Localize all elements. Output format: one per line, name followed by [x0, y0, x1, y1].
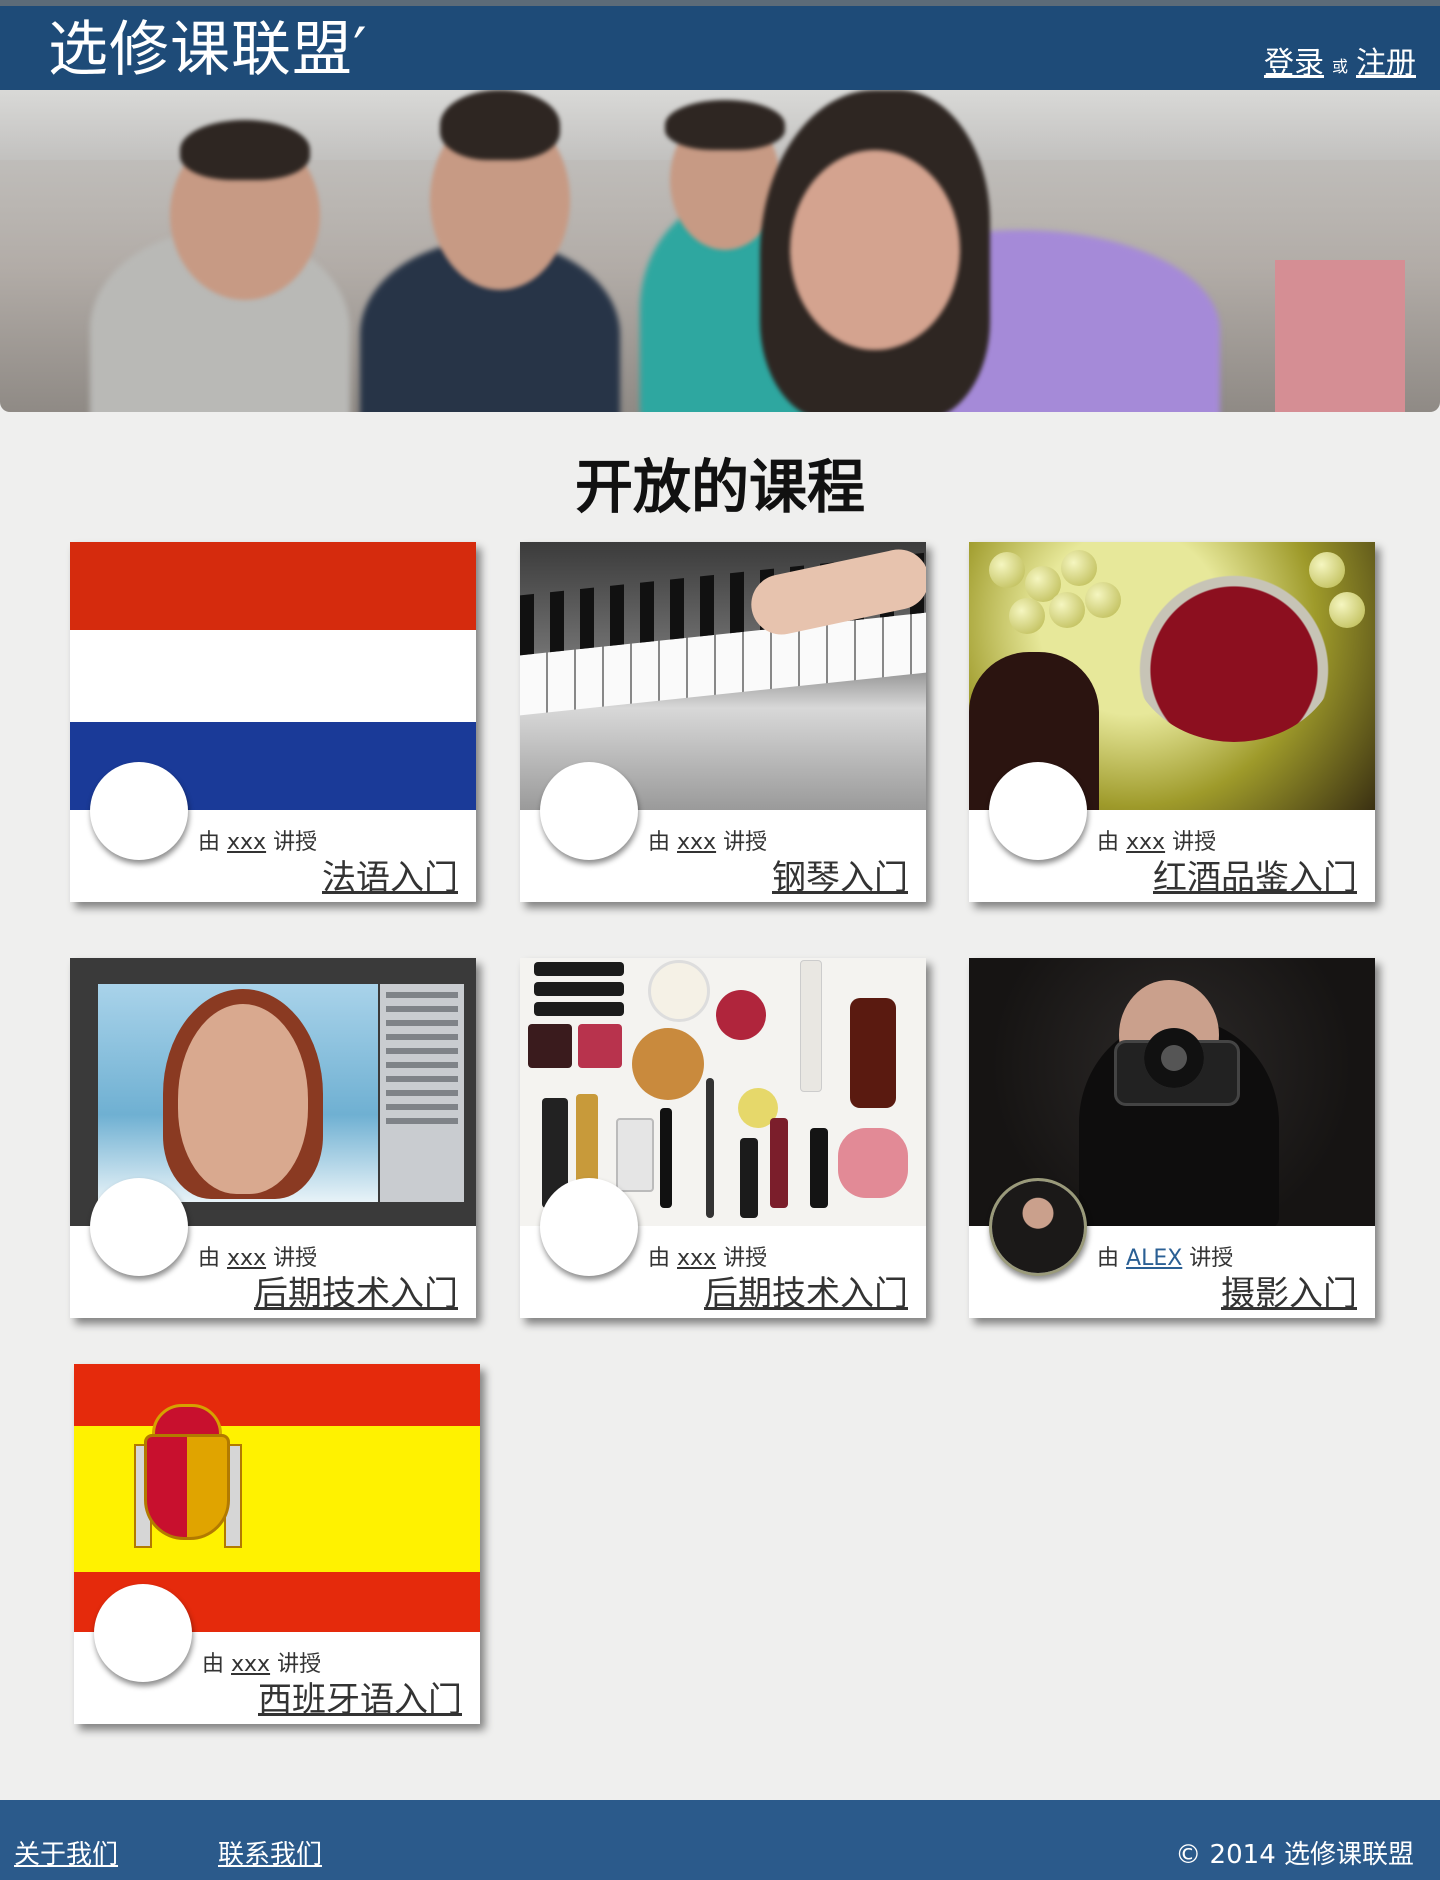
- course-title-link[interactable]: 摄影入门: [1221, 1266, 1357, 1315]
- copyright: © 2014 选修课联盟: [1175, 1840, 1414, 1870]
- course-title-link[interactable]: 钢琴入门: [772, 850, 908, 899]
- teacher-avatar[interactable]: [989, 1178, 1087, 1276]
- teacher-link[interactable]: xxx: [677, 830, 716, 855]
- register-link[interactable]: 注册: [1356, 46, 1416, 81]
- teacher-avatar[interactable]: [90, 762, 188, 860]
- teacher-link[interactable]: xxx: [227, 830, 266, 855]
- footer: 关于我们 联系我们 © 2014 选修课联盟: [0, 1800, 1440, 1880]
- course-card[interactable]: 由 xxx 讲授 法语入门: [70, 542, 476, 902]
- hero-banner: [0, 90, 1440, 412]
- course-title-link[interactable]: 红酒品鉴入门: [1153, 850, 1357, 899]
- section-title: 开放的课程: [574, 453, 865, 521]
- teacher-byline: 由 xxx 讲授: [198, 830, 318, 855]
- course-card[interactable]: 由 xxx 讲授 后期技术入门: [520, 958, 926, 1318]
- course-card[interactable]: 由 xxx 讲授 后期技术入门: [70, 958, 476, 1318]
- teacher-avatar[interactable]: [540, 762, 638, 860]
- teacher-byline: 由 xxx 讲授: [648, 830, 768, 855]
- course-card[interactable]: 由 ALEX 讲授 摄影入门: [969, 958, 1375, 1318]
- course-card[interactable]: 由 xxx 讲授 红酒品鉴入门: [969, 542, 1375, 902]
- course-title-link[interactable]: 西班牙语入门: [258, 1672, 462, 1721]
- login-link[interactable]: 登录: [1264, 46, 1324, 81]
- teacher-avatar[interactable]: [989, 762, 1087, 860]
- teacher-avatar[interactable]: [94, 1584, 192, 1682]
- course-card[interactable]: 由 xxx 讲授 钢琴入门: [520, 542, 926, 902]
- contact-link[interactable]: 联系我们: [218, 1834, 322, 1871]
- teacher-avatar[interactable]: [540, 1178, 638, 1276]
- course-title-link[interactable]: 后期技术入门: [704, 1266, 908, 1315]
- or-label: 或: [1331, 56, 1348, 76]
- teacher-avatar[interactable]: [90, 1178, 188, 1276]
- about-link[interactable]: 关于我们: [14, 1834, 118, 1871]
- auth-links: 登录或注册: [1264, 38, 1416, 82]
- course-title-link[interactable]: 法语入门: [322, 850, 458, 899]
- site-logo[interactable]: 选修课联盟′: [48, 14, 368, 86]
- course-title-link[interactable]: 后期技术入门: [254, 1266, 458, 1315]
- teacher-link[interactable]: ALEX: [1126, 1246, 1182, 1271]
- course-card[interactable]: 由 xxx 讲授 西班牙语入门: [74, 1364, 480, 1724]
- top-bar: 选修课联盟′ 登录或注册: [0, 0, 1440, 90]
- teacher-byline: 由 ALEX 讲授: [1097, 1246, 1234, 1271]
